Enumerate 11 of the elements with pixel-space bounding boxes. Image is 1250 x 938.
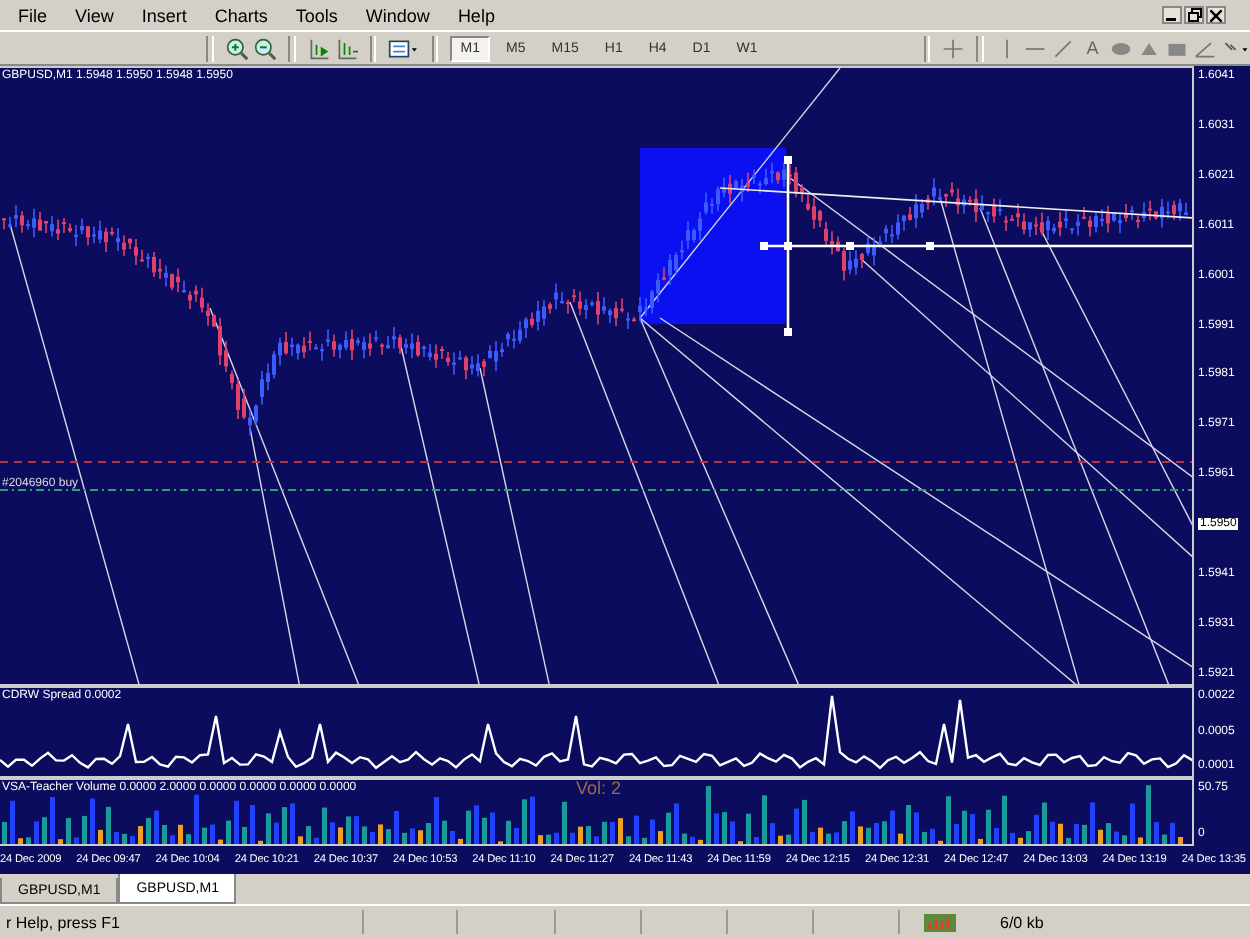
menu-item[interactable]: File	[4, 5, 62, 25]
status-help: r Help, press F1	[0, 910, 364, 934]
menu-item[interactable]: View	[61, 5, 128, 25]
menu-item[interactable]: Insert	[127, 5, 201, 25]
text-tool[interactable]: A	[1080, 38, 1105, 58]
traffic-label: 6/0 kb	[1000, 913, 1044, 931]
menu-item[interactable]: Tools	[281, 5, 352, 25]
volume-overlay: Vol: 2	[576, 780, 622, 798]
menu-item[interactable]: Charts	[200, 5, 282, 25]
menu-item[interactable]: Help	[443, 5, 509, 25]
menu-item[interactable]: Window	[351, 5, 444, 25]
